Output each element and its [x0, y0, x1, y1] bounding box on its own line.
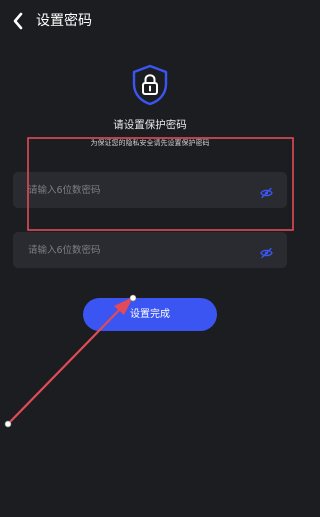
eye-icon [260, 247, 273, 259]
password-visibility-toggle[interactable] [260, 184, 273, 199]
confirm-password-field [13, 232, 287, 268]
password-input[interactable] [13, 172, 243, 208]
submit-button[interactable]: 设置完成 [83, 298, 217, 331]
shield-lock-icon [132, 64, 168, 106]
back-button[interactable] [10, 10, 28, 32]
chevron-left-icon [13, 12, 23, 30]
pointer-start-dot [4, 420, 12, 428]
confirm-password-visibility-toggle[interactable] [260, 244, 273, 259]
prompt-heading: 请设置保护密码 [113, 119, 187, 131]
set-password-screen: 设置密码 请设置保护密码 为保证您的隐私安全请先设置保护密码 设置完成 [0, 0, 300, 517]
confirm-password-input[interactable] [13, 232, 243, 268]
header-bar: 设置密码 [0, 0, 300, 44]
eye-icon [260, 187, 273, 199]
page-title: 设置密码 [36, 13, 92, 29]
prompt-subtext: 为保证您的隐私安全请先设置保护密码 [90, 139, 210, 147]
password-field [13, 172, 287, 208]
